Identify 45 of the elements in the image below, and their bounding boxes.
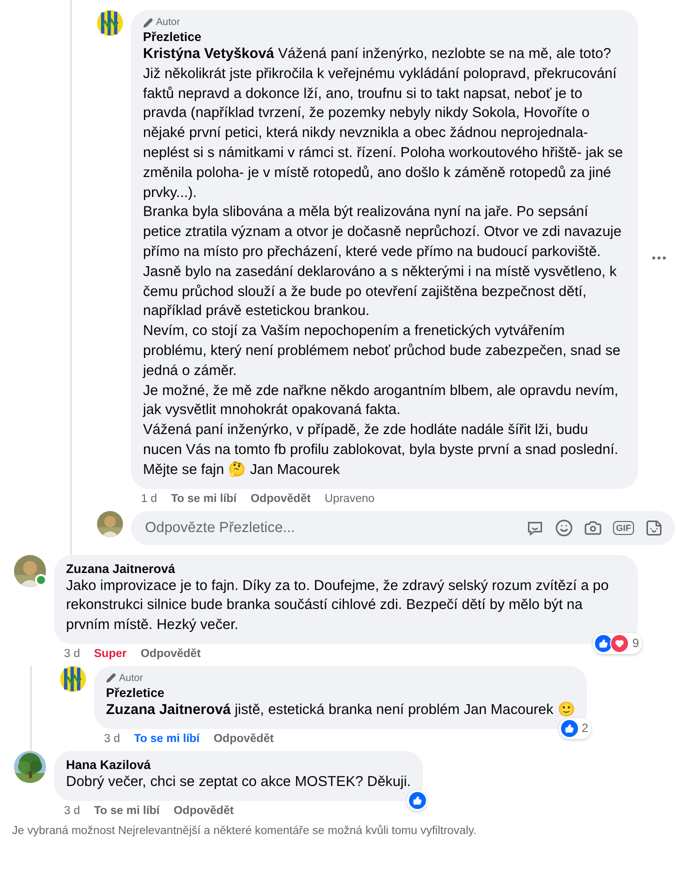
comment-text: Kristýna Vetyšková Vážená paní inženýrko, nezlobte se na mě, ale toto? Již několikrát jste přikročila k veřejnému vykládání polopravd, překrucování faktů nepravd a dokonce lží, ano, troufnu si to takt napsat, neboť je to pravda (například tvrzení, že pozemky nebyly nikdy Sokola, Hovoříte o nějaké první petici, která nikdy nevznikla a obec žádnou neprojednala- neplést si s námitkami v rámci st. řízení. Poloha workoutového hřiště- jak se změnila poloha- je v místě rotopedů, ano došlo k záměně rotopedů za jiné prvky...). — [143, 45, 624, 203]
comment-author[interactable]: Přezletice — [143, 30, 626, 44]
reaction-summary[interactable] — [406, 790, 427, 811]
reaction-summary[interactable]: 9 — [593, 632, 642, 654]
comment-text: Zuzana Jaitnerová jistě, estetická branka není problém Jan Macourek 🙂 — [106, 700, 576, 720]
reply-field[interactable]: Odpovězte Přezletice... GIF — [131, 510, 675, 545]
author-badge: Autor — [106, 672, 576, 684]
comment-author[interactable]: Přezletice — [106, 686, 576, 700]
author-badge: Autor — [143, 17, 626, 28]
comment-author[interactable]: Hana Kazilová — [66, 758, 411, 772]
reply-link[interactable]: Odpovědět — [214, 732, 274, 745]
reaction-summary[interactable]: 2 — [558, 718, 592, 739]
filter-note: Je vybraná možnost Nejrelevantnější a některé komentáře se možná kvůli tomu vyfiltrovaly. — [11, 824, 478, 837]
like-icon — [408, 790, 427, 810]
comment-time[interactable]: 3 d — [64, 648, 80, 660]
comment-time[interactable]: 1 d — [141, 492, 157, 505]
reaction-link[interactable]: Super — [94, 648, 127, 660]
comment-text: Jako improvizace je to fajn. Díky za to. Doufejme, že zdravý selský rozum zvítězí a po rekonstrukci silnice bude branka součástí cihlové zdi. Bezpečí dětí by mělo být na prvním místě. Hezký večer. — [66, 576, 610, 636]
comment-text: Nevím, co stojí za Vaším nepochopením a frenetických vytvářením problému, který není problémem neboť průchod bude zabezpečen, snad se jedná o záměr. — [143, 322, 622, 381]
gif-button[interactable]: GIF — [613, 520, 634, 535]
comment-time[interactable]: 3 d — [104, 732, 120, 745]
reaction-link[interactable]: To se mi líbí — [94, 804, 160, 817]
page-logo-icon — [60, 666, 86, 692]
edited-label: Upraveno — [324, 492, 375, 505]
comment-text: Jasně bylo na zasedání deklarováno a s některými i na místě vysvětleno, k čemu průchod slouží a že bude po otevření zajištěna bezpečnost dětí, například právě estetickou brankou. — [143, 262, 618, 322]
like-icon — [560, 718, 579, 738]
comment-text: Mějte se fajn 🤔 Jan Macourek — [143, 460, 341, 480]
reply-link[interactable]: Odpovědět — [250, 492, 311, 505]
reply-link[interactable]: Odpovědět — [174, 804, 234, 817]
reaction-count: 9 — [632, 636, 639, 650]
camera-icon[interactable] — [584, 518, 602, 537]
comment-author[interactable]: Zuzana Jaitnerová — [66, 562, 626, 576]
comment-text: Dobrý večer, chci se zeptat co akce MOSTEK? Děkuji. — [66, 772, 411, 792]
reaction-link[interactable]: To se mi líbí — [134, 732, 200, 745]
comment-text: Je možné, že mě zde nařkne někdo arogantním blbem, ale opravdu nevím, jak vysvětlit mnohokrát opakovaná fakta. — [143, 382, 620, 420]
reaction-count: 2 — [582, 721, 588, 736]
emoji-icon[interactable] — [555, 518, 573, 537]
comment-time[interactable]: 3 d — [64, 804, 80, 817]
reaction-link[interactable]: To se mi líbí — [171, 492, 237, 505]
comment-text: Branka byla slibována a měla být realizována nyní na jaře. Po sepsání petice ztratila význam a otvor je dočasně neprůchozí. Otvor ve zdi navazuje přímo na místo pro přecházení, které vede přímo na budoucí parkoviště. — [143, 203, 622, 262]
page-logo-icon — [97, 10, 123, 36]
like-icon — [594, 634, 614, 653]
reply-link[interactable]: Odpovědět — [140, 648, 201, 660]
sticker-icon[interactable] — [645, 518, 663, 537]
comment-text: Vážená paní inženýrko, v případě, že zde hodláte nadále šířit lži, budu nucen Vás na tomto fb profilu zablokovat, byla byste první a snad poslední. — [143, 421, 620, 460]
